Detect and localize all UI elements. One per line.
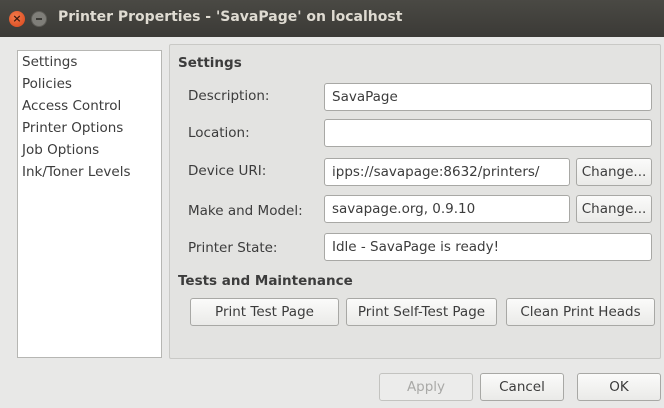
description-label: Description: (188, 88, 270, 104)
sidebar-list: Settings Policies Access Control Printer… (17, 50, 162, 358)
settings-section-title: Settings (178, 55, 242, 71)
print-self-test-page-button[interactable]: Print Self-Test Page (346, 298, 497, 326)
sidebar-item-access-control[interactable]: Access Control (22, 98, 121, 114)
location-field[interactable] (324, 119, 652, 147)
printer-state-label: Printer State: (188, 240, 278, 256)
location-label: Location: (188, 125, 250, 141)
ok-button[interactable]: OK (577, 373, 661, 401)
sidebar-item-job-options[interactable]: Job Options (22, 142, 99, 158)
device-uri-label: Device URI: (188, 163, 267, 179)
print-test-page-button[interactable]: Print Test Page (190, 298, 339, 326)
close-icon[interactable]: × (9, 11, 25, 27)
clean-print-heads-button[interactable]: Clean Print Heads (506, 298, 655, 326)
printer-state-field: Idle - SavaPage is ready! (324, 233, 652, 261)
minimize-icon[interactable] (31, 11, 47, 27)
title-bar: × Printer Properties - 'SavaPage' on loc… (0, 0, 664, 37)
apply-button[interactable]: Apply (379, 373, 473, 401)
maintenance-section-title: Tests and Maintenance (178, 273, 353, 289)
sidebar-item-policies[interactable]: Policies (22, 76, 72, 92)
device-uri-change-button[interactable]: Change... (576, 158, 652, 186)
cancel-button[interactable]: Cancel (480, 373, 564, 401)
make-model-field[interactable]: savapage.org, 0.9.10 (324, 195, 570, 223)
sidebar-item-printer-options[interactable]: Printer Options (22, 120, 123, 136)
device-uri-field[interactable]: ipps://savapage:8632/printers/ (324, 158, 570, 186)
sidebar-item-ink-toner-levels[interactable]: Ink/Toner Levels (22, 164, 131, 180)
window-title: Printer Properties - 'SavaPage' on local… (58, 9, 403, 25)
make-model-label: Make and Model: (188, 203, 303, 219)
sidebar-item-settings[interactable]: Settings (22, 54, 77, 70)
make-model-change-button[interactable]: Change... (576, 195, 652, 223)
description-field[interactable]: SavaPage (324, 83, 652, 111)
